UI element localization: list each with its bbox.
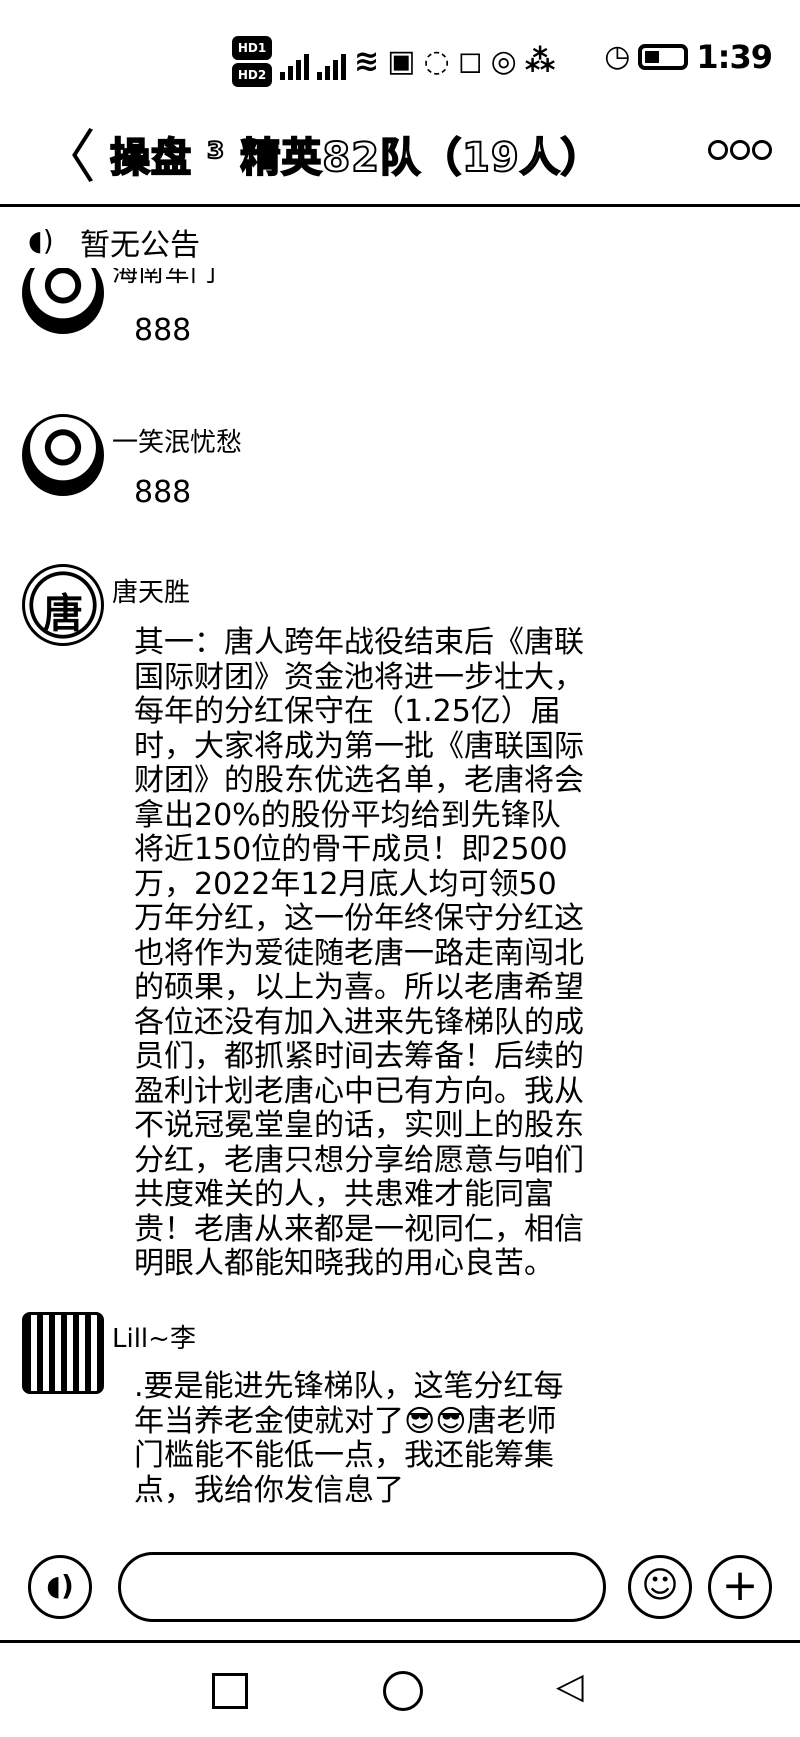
chevron-left-icon[interactable]: 〈 (38, 122, 96, 192)
chat-header: 〈 操盘 ³ 精英82队（19人） (0, 112, 800, 207)
message-text: 888 (134, 475, 192, 510)
clock: 1:39 (696, 38, 773, 76)
avatar[interactable] (22, 414, 104, 496)
speaker-icon: ◖) (28, 224, 54, 257)
emoji-icon[interactable]: ☺ (628, 1555, 692, 1619)
status-bar: HD1 HD2 ≋ ▣ ◌ ◻ ◎ ⁂ ◷ 1:39 (0, 0, 800, 112)
notification-icon: ▣ (387, 43, 416, 79)
hd1-badge: HD1 (232, 36, 272, 60)
triangle-back-icon[interactable]: ◁ (556, 1667, 584, 1707)
input-bar: ◖) ☺ + (0, 1552, 800, 1640)
circle-home-icon[interactable] (383, 1671, 423, 1711)
message-input[interactable] (118, 1552, 606, 1622)
plus-icon[interactable]: + (708, 1555, 772, 1619)
voice-icon[interactable]: ◖) (28, 1555, 92, 1619)
message-list[interactable]: 海南军门 888 一笑泯忧愁 888 唐天胜 其一：唐人跨年战役结束后《唐联国际… (0, 262, 800, 1552)
system-nav-bar: ◁ (0, 1640, 800, 1737)
announcement-text: 暂无公告 (80, 228, 200, 263)
more-dots-icon[interactable] (708, 140, 772, 160)
wifi-icon: ≋ (354, 43, 380, 79)
message-text: 其一：唐人跨年战役结束后《唐联国际财团》资金池将进一步壮大，每年的分红保守在（1… (134, 625, 584, 1281)
status-left: HD1 HD2 ≋ ▣ ◌ ◻ ◎ ⁂ (232, 36, 555, 87)
hd2-badge: HD2 (232, 63, 272, 87)
sender-name: 唐天胜 (112, 578, 191, 608)
app2-icon: ◻ (457, 43, 483, 79)
signal2-icon (317, 44, 346, 80)
status-right: ◷ 1:39 (604, 38, 773, 76)
avatar[interactable] (22, 1312, 104, 1394)
square-recents-icon[interactable] (212, 1673, 248, 1709)
sender-name: 一笑泯忧愁 (112, 428, 243, 458)
group-title: 操盘 ³ 精英82队（19人） (109, 134, 602, 182)
hd-indicators: HD1 HD2 (232, 36, 272, 87)
signal-icon (280, 44, 309, 80)
avatar[interactable] (22, 262, 104, 334)
alarm-icon: ◷ (604, 39, 631, 74)
sender-name: Lill~李 (112, 1324, 196, 1354)
battery-icon (638, 44, 689, 70)
message-text: 888 (134, 313, 192, 348)
avatar[interactable] (22, 564, 104, 646)
app-icon: ◌ (423, 43, 450, 79)
app3-icon: ◎ (490, 43, 517, 79)
announcement-bar[interactable]: ◖) 暂无公告 (0, 210, 800, 268)
message-text: .要是能进先锋梯队，这笔分红每年当养老金使就对了😎😎唐老师门槛能不能低一点，我还… (134, 1369, 564, 1508)
app4-icon: ⁂ (524, 43, 556, 79)
